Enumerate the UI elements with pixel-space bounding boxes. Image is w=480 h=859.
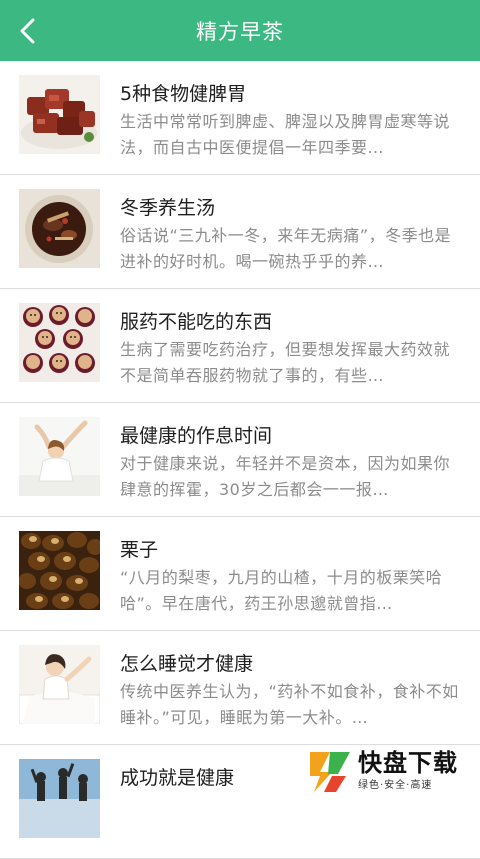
list-item[interactable]: 冬季养生汤 俗话说“三九补一冬，来年无病痛”，冬季也是进补的好时机。喝一碗热乎乎… [0, 175, 480, 289]
article-summary: 生活中常常听到脾虚、脾湿以及脾胃虚寒等说法，而自古中医便提倡一年四季要… [120, 112, 451, 157]
cupcakes-image [19, 303, 100, 382]
list-item[interactable]: 最健康的作息时间 对于健康来说，年轻并不是资本，因为如果你肆意的挥霍，30岁之后… [0, 403, 480, 517]
article-summary: 传统中医养生认为，“药补不如食补，食补不如睡补。”可见，睡眠为第一大补。… [120, 682, 459, 727]
braised-meat-image [19, 75, 100, 154]
download-site-watermark: 快盘下载 绿色·安全·高速 [306, 746, 474, 794]
watermark-brand: 快盘下载 [358, 748, 458, 777]
article-summary: 生病了需要吃药治疗，但要想发挥最大药效就不是简单吞服药物就了事的，有些… [120, 340, 451, 385]
article-title: 5种食物健脾胃 [120, 83, 247, 105]
list-item[interactable]: 栗子 “八月的梨枣，九月的山楂，十月的板栗笑哈哈”。早在唐代，药王孙思邈就曾指… [0, 517, 480, 631]
article-title: 栗子 [120, 539, 159, 561]
article-title: 服药不能吃的东西 [120, 311, 273, 333]
article-summary: 对于健康来说，年轻并不是资本，因为如果你肆意的挥霍，30岁之后都会一一报… [120, 454, 451, 499]
article-summary: 俗话说“三九补一冬，来年无病痛”，冬季也是进补的好时机。喝一碗热乎乎的养… [120, 226, 452, 271]
watermark-logo-icon [310, 752, 350, 792]
article-title: 冬季养生汤 [120, 197, 216, 219]
silhouettes-image [19, 759, 100, 838]
article-title: 成功就是健康 [120, 767, 235, 789]
woman-stretching-image [19, 417, 100, 496]
list-item[interactable]: 服药不能吃的东西 生病了需要吃药治疗，但要想发挥最大药效就不是简单吞服药物就了事… [0, 289, 480, 403]
article-summary: “八月的梨枣，九月的山楂，十月的板栗笑哈哈”。早在唐代，药王孙思邈就曾指… [120, 568, 443, 613]
article-title: 最健康的作息时间 [120, 425, 273, 447]
app-header: 精方早茶 [0, 0, 480, 61]
watermark-tagline: 绿色·安全·高速 [358, 779, 433, 791]
list-item[interactable]: 怎么睡觉才健康 传统中医养生认为，“药补不如食补，食补不如睡补。”可见，睡眠为第… [0, 631, 480, 745]
chestnuts-image [19, 531, 100, 610]
article-title: 怎么睡觉才健康 [120, 653, 254, 675]
page-title: 精方早茶 [196, 19, 284, 44]
article-list: 5种食物健脾胃 生活中常常听到脾虚、脾湿以及脾胃虚寒等说法，而自古中医便提倡一年… [0, 61, 480, 859]
soup-bowl-image [19, 189, 100, 268]
list-item[interactable]: 5种食物健脾胃 生活中常常听到脾虚、脾湿以及脾胃虚寒等说法，而自古中医便提倡一年… [0, 61, 480, 175]
woman-waking-image [19, 645, 100, 724]
